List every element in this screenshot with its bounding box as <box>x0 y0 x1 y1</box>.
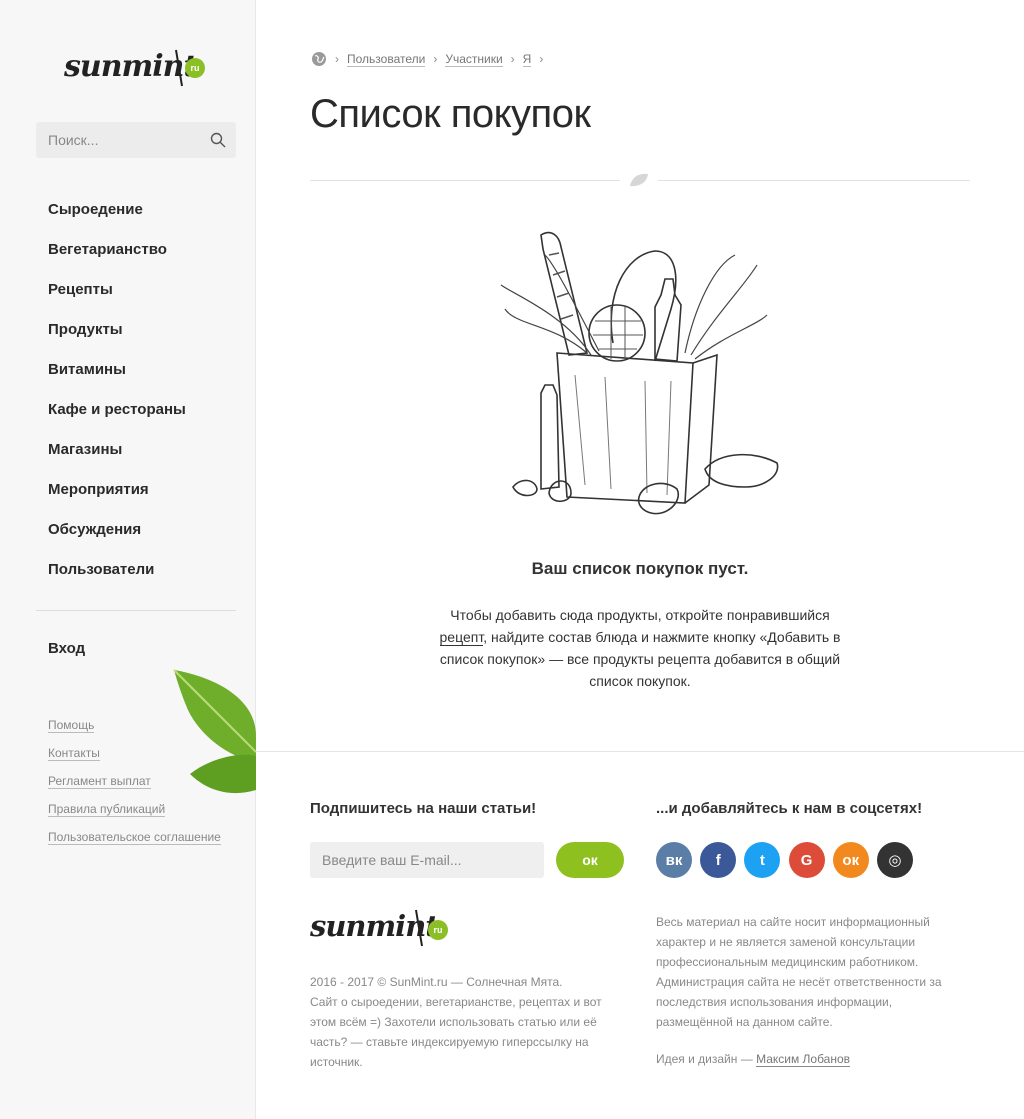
nav-item-events[interactable]: Мероприятия <box>48 478 186 518</box>
leaf-divider-icon <box>630 173 648 187</box>
search-input[interactable] <box>36 122 206 158</box>
about-text: Сайт о сыроедении, вегетарианстве, рецеп… <box>310 995 602 1069</box>
vk-icon[interactable]: вк <box>656 842 692 878</box>
google-icon[interactable]: G <box>788 842 825 878</box>
empty-list-title: Ваш список покупок пуст. <box>531 559 749 578</box>
footer-logo[interactable]: sunmint ru <box>309 900 455 952</box>
copyright: 2016 - 2017 © SunMint.ru — Солнечная Мят… <box>310 972 620 1072</box>
help-link[interactable]: Помощь <box>48 718 95 733</box>
sidebar-footer-links: Помощь Контакты Регламент выплат Правила… <box>48 718 221 858</box>
publication-rules-link[interactable]: Правила публикаций <box>48 802 166 817</box>
design-credit: Идея и дизайн — Максим Лобанов <box>656 1052 851 1067</box>
nav-item-recipes[interactable]: Рецепты <box>48 278 186 318</box>
empty-desc-text-after: , найдите состав блюда и нажмите кнопку … <box>439 629 841 689</box>
social-links: вк f t G ок ◎ <box>656 842 921 878</box>
email-input[interactable] <box>310 842 544 878</box>
footer-divider <box>256 751 1024 752</box>
breadcrumb-me[interactable]: Я <box>522 52 532 67</box>
empty-list-description: Чтобы добавить сюда продукты, откройте п… <box>430 604 850 692</box>
page-title: Список покупок <box>310 92 591 136</box>
search-icon[interactable] <box>210 132 226 148</box>
login-link[interactable]: Вход <box>48 640 85 657</box>
search-box <box>36 122 236 158</box>
nav-item-users[interactable]: Пользователи <box>48 558 186 598</box>
credit-prefix: Идея и дизайн — <box>656 1052 757 1066</box>
sidebar-divider <box>36 610 236 611</box>
chevron-right-icon: › <box>433 52 438 66</box>
footer-logo-badge: ru <box>429 921 447 939</box>
logo-badge: ru <box>186 59 204 77</box>
nav-item-raw-food[interactable]: Сыроедение <box>48 198 186 238</box>
disclaimer: Весь материал на сайте носит информацион… <box>656 915 942 1029</box>
subscribe-button[interactable]: ок <box>556 842 624 878</box>
sidebar: sunmint ru Сыроедение Вегетарианство Рец… <box>0 0 256 1119</box>
title-divider-left <box>310 180 620 181</box>
payout-rules-link[interactable]: Регламент выплат <box>48 774 151 789</box>
site-logo[interactable]: sunmint ru <box>63 40 214 92</box>
globe-icon[interactable] <box>311 51 327 67</box>
main-nav: Сыроедение Вегетарианство Рецепты Продук… <box>48 198 186 598</box>
copyright-line: 2016 - 2017 © SunMint.ru — Солнечная Мят… <box>310 975 563 989</box>
contacts-link[interactable]: Контакты <box>48 746 100 761</box>
user-agreement-link[interactable]: Пользовательское соглашение <box>48 830 221 845</box>
nav-item-discussions[interactable]: Обсуждения <box>48 518 186 558</box>
grocery-bag-illustration <box>500 231 779 515</box>
breadcrumb-members[interactable]: Участники <box>445 52 503 67</box>
subscribe-title: Подпишитесь на наши статьи! <box>310 800 537 817</box>
breadcrumb: › Пользователи › Участники › Я › <box>311 51 551 67</box>
breadcrumb-users[interactable]: Пользователи <box>347 52 426 67</box>
empty-desc-text-before: Чтобы добавить сюда продукты, откройте п… <box>450 607 830 623</box>
chevron-right-icon: › <box>510 52 515 66</box>
nav-item-shops[interactable]: Магазины <box>48 438 186 478</box>
twitter-icon[interactable]: t <box>744 842 781 878</box>
social-title: ...и добавляйтесь к нам в соцсетях! <box>656 800 923 817</box>
recipe-link[interactable]: рецепт <box>439 629 484 646</box>
chevron-right-icon: › <box>335 52 339 66</box>
nav-item-vegetarianism[interactable]: Вегетарианство <box>48 238 186 278</box>
instagram-icon[interactable]: ◎ <box>876 842 913 878</box>
nav-item-products[interactable]: Продукты <box>48 318 186 358</box>
odnoklassniki-icon[interactable]: ок <box>832 842 869 878</box>
chevron-right-icon: › <box>539 52 544 66</box>
nav-item-vitamins[interactable]: Витамины <box>48 358 186 398</box>
title-divider-right <box>658 180 970 181</box>
designer-link[interactable]: Максим Лобанов <box>756 1052 851 1067</box>
facebook-icon[interactable]: f <box>700 842 737 878</box>
nav-item-cafes[interactable]: Кафе и рестораны <box>48 398 186 438</box>
